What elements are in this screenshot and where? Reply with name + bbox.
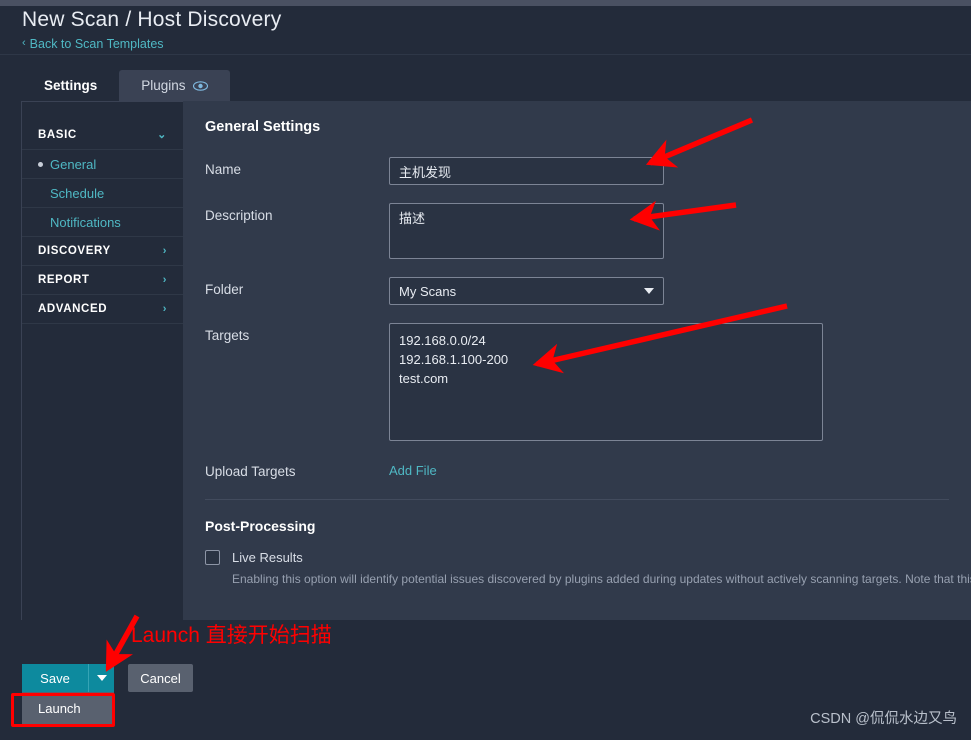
header-divider xyxy=(0,54,971,55)
back-to-scan-templates-link[interactable]: ‹ Back to Scan Templates xyxy=(22,37,164,51)
field-row-name: Name xyxy=(205,157,971,185)
upload-targets-label: Upload Targets xyxy=(205,464,296,479)
watermark: CSDN @侃侃水边又鸟 xyxy=(810,711,957,727)
name-input[interactable] xyxy=(389,157,664,185)
chevron-right-icon: › xyxy=(162,302,167,315)
selected-bullet-icon xyxy=(38,161,43,167)
field-row-folder: Folder My Scans xyxy=(205,277,971,305)
page-title: New Scan / Host Discovery xyxy=(22,8,282,31)
cancel-button[interactable]: Cancel xyxy=(128,664,193,692)
folder-label: Folder xyxy=(205,282,244,297)
eye-icon xyxy=(192,80,208,91)
sidebar-group-basic[interactable]: BASIC ⌄ xyxy=(22,121,183,150)
sidebar-group-discovery-label: DISCOVERY xyxy=(38,245,111,257)
launch-menu-item[interactable]: Launch xyxy=(22,692,114,724)
live-results-row: Live Results xyxy=(205,550,971,565)
tab-plugins-label: Plugins xyxy=(141,78,186,93)
chevron-left-icon: ‹ xyxy=(22,37,26,49)
settings-sidebar: BASIC ⌄ General Schedule Notifications D… xyxy=(22,101,183,620)
field-row-upload-targets: Upload Targets Add File xyxy=(205,459,971,479)
chevron-down-icon: ⌄ xyxy=(157,128,167,141)
sidebar-item-notifications-label: Notifications xyxy=(50,214,121,230)
chevron-right-icon: › xyxy=(162,273,167,286)
field-row-description: Description xyxy=(205,203,971,259)
save-button-group: Save xyxy=(22,664,114,692)
targets-textarea[interactable] xyxy=(389,323,823,441)
live-results-label: Live Results xyxy=(232,550,303,565)
back-link-label: Back to Scan Templates xyxy=(29,36,164,51)
save-button[interactable]: Save xyxy=(22,664,89,692)
sidebar-group-basic-label: BASIC xyxy=(38,129,77,141)
name-label: Name xyxy=(205,162,242,177)
tab-settings-label: Settings xyxy=(44,78,98,93)
section-title-general-settings: General Settings xyxy=(205,119,321,135)
sidebar-item-schedule-label: Schedule xyxy=(50,185,105,201)
sidebar-group-discovery[interactable]: DISCOVERY › xyxy=(22,237,183,266)
live-results-checkbox[interactable] xyxy=(205,550,220,565)
folder-select-value: My Scans xyxy=(399,283,457,299)
form-action-bar: Save Cancel Launch xyxy=(22,664,193,724)
post-processing-title: Post-Processing xyxy=(205,518,316,534)
field-row-targets: Targets xyxy=(205,323,971,441)
folder-select-wrap: My Scans xyxy=(389,277,664,305)
sidebar-item-general[interactable]: General xyxy=(22,150,183,179)
tab-plugins[interactable]: Plugins xyxy=(119,70,230,101)
sidebar-group-report[interactable]: REPORT › xyxy=(22,266,183,295)
tab-bar: Settings Plugins xyxy=(22,70,230,101)
tab-settings[interactable]: Settings xyxy=(22,70,120,101)
sidebar-group-advanced-label: ADVANCED xyxy=(38,303,108,315)
live-results-help-text: Enabling this option will identify poten… xyxy=(232,572,971,586)
save-dropdown-toggle[interactable] xyxy=(89,664,114,692)
page-header: New Scan / Host Discovery ‹ Back to Scan… xyxy=(0,6,971,54)
add-file-link[interactable]: Add File xyxy=(389,459,437,478)
folder-select[interactable]: My Scans xyxy=(389,277,664,305)
sidebar-group-advanced[interactable]: ADVANCED › xyxy=(22,295,183,324)
description-label: Description xyxy=(205,208,273,223)
post-processing-divider xyxy=(205,499,949,500)
sidebar-group-report-label: REPORT xyxy=(38,274,90,286)
targets-label: Targets xyxy=(205,328,250,343)
scan-config-page: New Scan / Host Discovery ‹ Back to Scan… xyxy=(0,0,971,740)
sidebar-item-schedule[interactable]: Schedule xyxy=(22,179,183,208)
arrow-to-save-dropdown xyxy=(105,614,140,672)
description-textarea[interactable] xyxy=(389,203,664,259)
sidebar-item-general-label: General xyxy=(50,156,97,172)
sidebar-item-notifications[interactable]: Notifications xyxy=(22,208,183,237)
annotation-launch-note: Launch 直接开始扫描 xyxy=(131,624,332,647)
general-settings-form: General Settings Name Description Folder… xyxy=(183,101,971,620)
chevron-right-icon: › xyxy=(162,244,167,257)
